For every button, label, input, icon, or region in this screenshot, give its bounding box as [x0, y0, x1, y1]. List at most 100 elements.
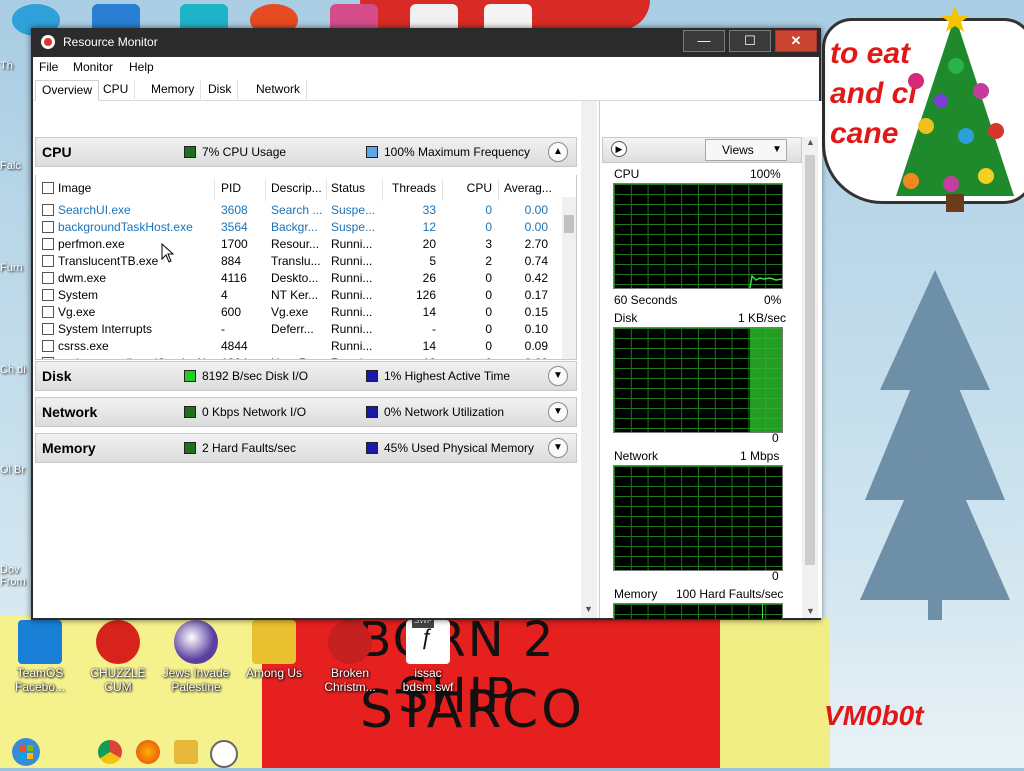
network-section-header[interactable]: Network 0 Kbps Network I/O 0% Network Ut… [35, 397, 577, 427]
minimize-button[interactable]: — [683, 30, 725, 52]
cell-threads: 33 [422, 203, 436, 217]
graphs-scrollbar[interactable]: ▲ ▼ [802, 137, 818, 618]
table-row[interactable]: csrss.exe 4844 Runni... 14 0 0.09 [36, 337, 560, 354]
desktop-edge-label[interactable]: Ch di [0, 364, 34, 376]
row-checkbox[interactable] [42, 221, 54, 233]
scroll-down-arrow-icon[interactable]: ▼ [584, 604, 593, 614]
select-all-checkbox[interactable] [42, 182, 54, 194]
tab-overview[interactable]: Overview [35, 80, 100, 101]
row-checkbox[interactable] [42, 238, 54, 250]
table-row[interactable]: perfmon.exe 1700 Resour... Runni... 20 3 2.70 [36, 235, 560, 252]
column-status[interactable]: Status [331, 181, 365, 195]
cell-cpu: 0 [485, 203, 492, 217]
row-checkbox[interactable] [42, 306, 54, 318]
expand-chevron-down-icon[interactable]: ▼ [548, 438, 568, 458]
desktop-icon-label: TeamOS Facebo... [14, 666, 66, 694]
table-row[interactable]: svchost.exe (LocalServiceNo... 1884 Host P… [36, 354, 560, 359]
close-button[interactable]: ✕ [775, 30, 817, 52]
overview-left-pane: CPU 7% CPU Usage 100% Maximum Frequency … [33, 101, 581, 618]
disk-graph [613, 327, 783, 433]
cpu-table-scrollbar[interactable] [562, 197, 576, 359]
table-row[interactable]: System 4 NT Ker... Runni... 126 0 0.17 [36, 286, 560, 303]
cell-desc: Resour... [271, 237, 320, 251]
row-checkbox[interactable] [42, 340, 54, 352]
memory-section-title: Memory [42, 440, 96, 456]
expand-chevron-down-icon[interactable]: ▼ [548, 402, 568, 422]
desktop-icon-chuzzle[interactable]: CHUZZLE CUM [80, 620, 156, 694]
scroll-down-arrow-icon[interactable]: ▼ [806, 606, 815, 616]
desktop-icon-orb[interactable]: Jews Invade Palestine [158, 620, 234, 694]
memory-section-header[interactable]: Memory 2 Hard Faults/sec 45% Used Physic… [35, 433, 577, 463]
tab-cpu[interactable]: CPU [97, 80, 136, 99]
table-row[interactable]: Vg.exe 600 Vg.exe Runni... 14 0 0.15 [36, 303, 560, 320]
chrome-taskbar-icon[interactable] [98, 740, 122, 764]
start-button[interactable] [8, 736, 44, 768]
row-checkbox[interactable] [42, 255, 54, 267]
cpu-process-table: Image PID Descrip... Status Threads CPU … [35, 175, 577, 360]
disk-section-header[interactable]: Disk 8192 B/sec Disk I/O 1% Highest Acti… [35, 361, 577, 391]
tab-disk[interactable]: Disk [202, 80, 239, 99]
cell-image: backgroundTaskHost.exe [58, 220, 193, 234]
gear-icon [18, 620, 62, 664]
desktop-edge-label[interactable]: Ol Br [0, 464, 34, 476]
cell-cpu: 0 [452, 356, 492, 359]
disk-active-text: 1% Highest Active Time [384, 369, 511, 383]
column-average[interactable]: Averag... [504, 181, 552, 195]
scroll-thumb[interactable] [564, 215, 574, 233]
column-threads[interactable]: Threads [392, 181, 436, 195]
cell-image: svchost.exe (LocalServiceNo... [58, 356, 210, 359]
cell-avg: 0.74 [524, 254, 548, 268]
row-checkbox[interactable] [42, 323, 54, 335]
column-description[interactable]: Descrip... [271, 181, 322, 195]
desktop-edge-label[interactable]: Th [0, 60, 34, 72]
desktop-icon-broken-christmas[interactable]: Broken Christm... [312, 620, 388, 694]
scroll-thumb[interactable] [805, 155, 815, 565]
collapse-pane-arrow-icon[interactable]: ▶ [611, 141, 627, 157]
table-row[interactable]: dwm.exe 4116 Deskto... Runni... 26 0 0.42 [36, 269, 560, 286]
cpu-graph-plot [749, 274, 782, 288]
desktop-edge-label[interactable]: Falc [0, 160, 34, 172]
firefox-taskbar-icon[interactable] [136, 740, 160, 764]
file-explorer-taskbar-icon[interactable] [174, 740, 198, 764]
cell-avg: 0.09 [498, 356, 548, 359]
cell-cpu: 2 [485, 254, 492, 268]
menu-help[interactable]: Help [129, 60, 154, 74]
desktop-icon-teamos[interactable]: TeamOS Facebo... [2, 620, 78, 694]
views-dropdown[interactable]: Views ▼ [705, 139, 787, 161]
cpu-graph-max: 100% [750, 167, 781, 181]
desktop-icon-swf-file[interactable]: SWF ƒ issac bdsm.swf [390, 614, 466, 694]
cell-avg: 0.00 [524, 220, 548, 234]
cell-pid: 1700 [221, 237, 248, 251]
tab-network[interactable]: Network [250, 80, 308, 99]
disk-graph-max: 1 KB/sec [738, 311, 787, 325]
table-row[interactable]: System Interrupts - Deferr... Runni... - 0 0.1… [36, 320, 560, 337]
cpu-section-header[interactable]: CPU 7% CPU Usage 100% Maximum Frequency … [35, 137, 577, 167]
left-pane-scrollbar[interactable]: ▼ [581, 101, 597, 618]
disk-io-swatch [184, 370, 196, 382]
row-checkbox[interactable] [42, 272, 54, 284]
column-pid[interactable]: PID [221, 181, 241, 195]
table-row[interactable]: backgroundTaskHost.exe 3564 Backgr... Suspe… [36, 218, 560, 235]
used-memory-swatch [366, 442, 378, 454]
column-image[interactable]: Image [58, 181, 91, 195]
table-row[interactable]: TranslucentTB.exe 884 Translu... Runni... 5 2… [36, 252, 560, 269]
scroll-up-arrow-icon[interactable]: ▲ [806, 137, 815, 147]
column-cpu[interactable]: CPU [452, 181, 492, 195]
cell-pid: 1884 [221, 356, 261, 359]
expand-chevron-down-icon[interactable]: ▼ [548, 366, 568, 386]
maximize-button[interactable]: ☐ [729, 30, 771, 52]
tab-memory[interactable]: Memory [145, 80, 202, 99]
row-checkbox[interactable] [42, 357, 54, 359]
menu-file[interactable]: File [39, 60, 58, 74]
desktop-edge-label[interactable]: Dov From [0, 564, 34, 588]
resource-monitor-taskbar-icon[interactable] [210, 740, 238, 768]
desktop-edge-label[interactable]: Furn [0, 262, 34, 274]
cell-cpu: 0 [485, 305, 492, 319]
window-titlebar[interactable]: Resource Monitor — ☐ ✕ [31, 28, 821, 57]
table-row[interactable]: SearchUI.exe 3608 Search ... Suspe... 33 0 0.0… [36, 201, 560, 218]
menu-monitor[interactable]: Monitor [73, 60, 113, 74]
row-checkbox[interactable] [42, 204, 54, 216]
row-checkbox[interactable] [42, 289, 54, 301]
desktop-icon-among-us[interactable]: Among Us [236, 620, 312, 680]
collapse-chevron-up-icon[interactable]: ▲ [548, 142, 568, 162]
